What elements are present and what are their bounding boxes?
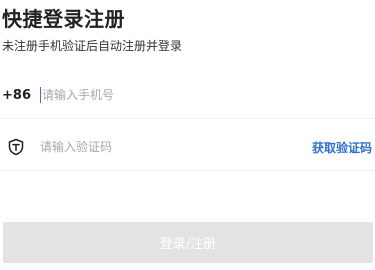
shield-t-icon bbox=[7, 138, 25, 156]
verification-code-input[interactable] bbox=[40, 135, 290, 159]
page-title: 快捷登录注册 bbox=[2, 7, 125, 31]
get-code-button[interactable]: 获取验证码 bbox=[312, 139, 372, 156]
login-register-button[interactable]: 登录/注册 bbox=[3, 222, 373, 263]
country-code[interactable]: +86 bbox=[2, 88, 31, 103]
divider bbox=[0, 118, 375, 119]
divider bbox=[0, 170, 375, 171]
text-caret bbox=[40, 87, 41, 103]
phone-input[interactable] bbox=[42, 83, 292, 107]
page-subtitle: 未注册手机验证后自动注册并登录 bbox=[2, 39, 183, 53]
verification-row: 获取验证码 bbox=[0, 123, 375, 171]
phone-row: +86 bbox=[0, 71, 375, 119]
login-page: 快捷登录注册 未注册手机验证后自动注册并登录 +86 获取验证码 登录/注册 bbox=[0, 0, 375, 270]
